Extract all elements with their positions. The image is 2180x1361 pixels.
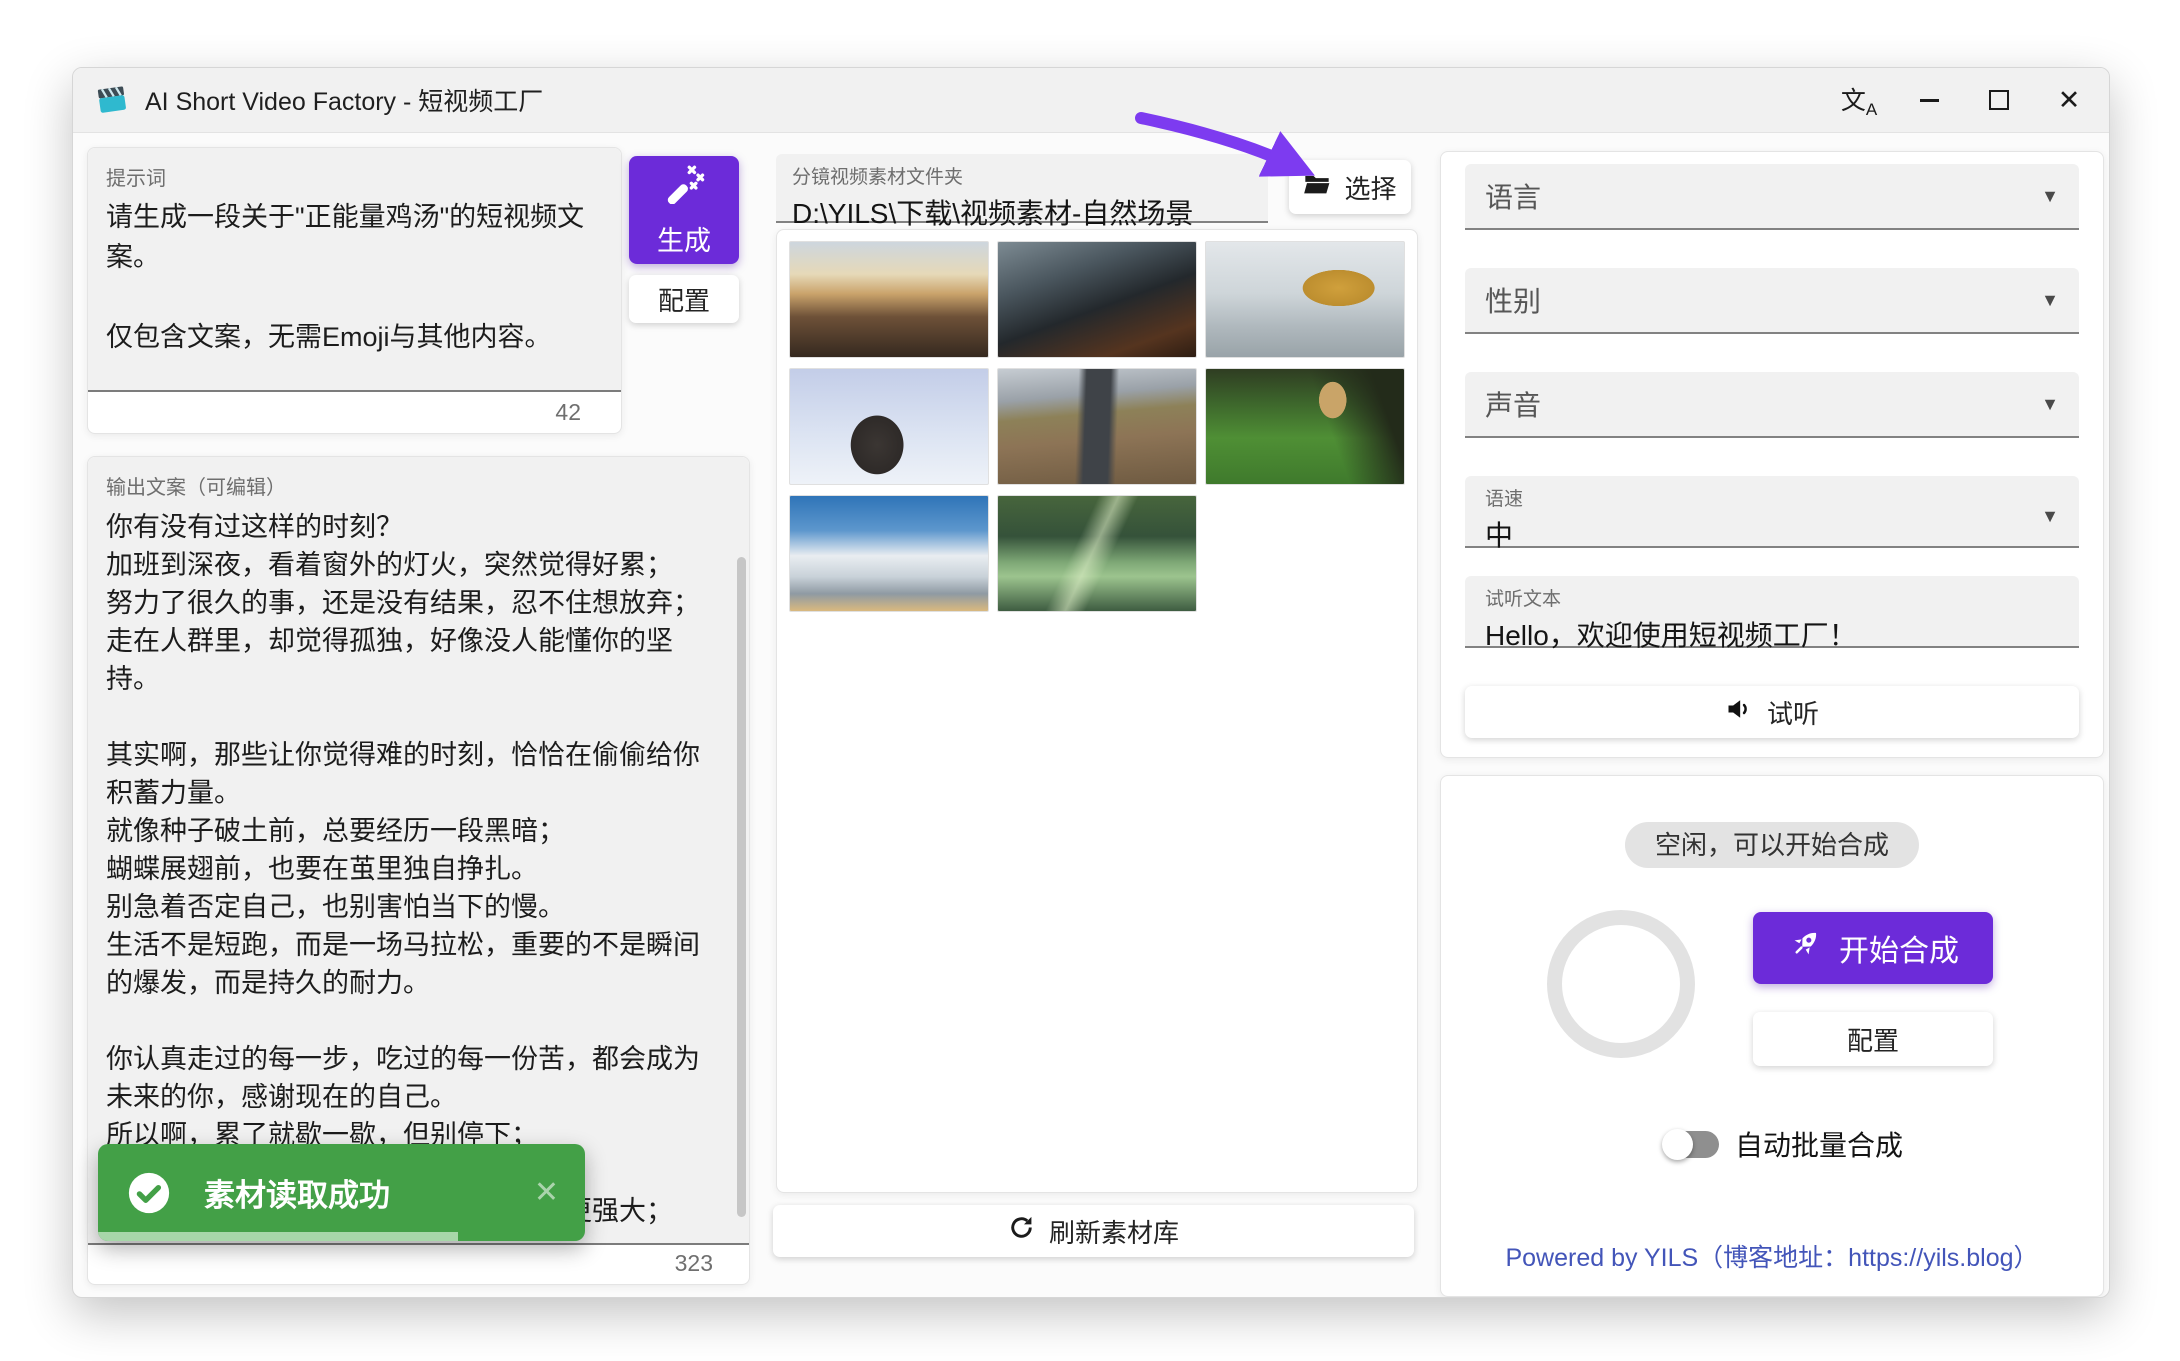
material-thumbnail-desert-book[interactable]	[789, 241, 989, 358]
select-folder-label: 选择	[1344, 169, 1396, 206]
maximize-icon	[1989, 90, 2009, 110]
translate-icon[interactable]: 文A	[1837, 78, 1881, 122]
material-folder-path: D:\YILS\下载\视频素材-自然场景	[792, 192, 1252, 232]
material-folder-label: 分镜视频素材文件夹	[792, 162, 1252, 189]
synthesis-config-button[interactable]: 配置	[1753, 1012, 1993, 1066]
folder-open-icon	[1303, 170, 1331, 205]
chevron-down-icon: ▼	[2041, 394, 2059, 415]
start-synthesis-button[interactable]: 开始合成	[1753, 912, 1993, 984]
progress-ring	[1547, 910, 1695, 1058]
preview-text-label: 试听文本	[1485, 584, 2059, 611]
material-thumbnail-forest-stream[interactable]	[997, 495, 1197, 612]
prompt-char-count: 42	[88, 392, 621, 433]
preview-text-field[interactable]: 试听文本 Hello，欢迎使用短视频工厂！	[1465, 576, 2079, 648]
magic-wand-icon	[663, 162, 705, 211]
toast-message: 素材读取成功	[204, 1170, 390, 1215]
output-scrollbar[interactable]	[737, 557, 746, 1217]
preview-text-value: Hello，欢迎使用短视频工厂！	[1485, 614, 2059, 654]
close-icon: ✕	[2058, 85, 2081, 116]
material-grid-card	[776, 229, 1418, 1193]
voice-label: 声音	[1485, 384, 1541, 424]
auto-batch-toggle[interactable]	[1665, 1131, 1719, 1158]
prompt-card: 提示词 请生成一段关于"正能量鸡汤"的短视频文案。 仅包含文案，无需Emoji与…	[87, 147, 622, 434]
generate-label: 生成	[657, 219, 711, 258]
toast-close-icon[interactable]: ✕	[534, 1144, 559, 1241]
powered-by-link[interactable]: Powered by YILS（博客地址：https://yils.blog）	[1441, 1238, 2103, 1274]
language-label: 语言	[1485, 176, 1541, 216]
status-badge: 空闲，可以开始合成	[1625, 822, 1919, 868]
chevron-down-icon: ▼	[2041, 506, 2059, 527]
material-thumbnail-dog-snow[interactable]	[789, 368, 989, 485]
refresh-library-button[interactable]: 刷新素材库	[773, 1205, 1414, 1257]
minimize-button[interactable]	[1907, 78, 1951, 122]
preview-listen-button[interactable]: 试听	[1465, 686, 2079, 738]
success-toast: 素材读取成功 ✕	[98, 1144, 585, 1241]
toggle-knob	[1662, 1129, 1693, 1160]
material-thumbnail-snow-temple[interactable]	[1205, 241, 1405, 358]
rate-select[interactable]: 语速 中 ▼	[1465, 476, 2079, 548]
output-text: 你有没有过这样的时刻？ 加班到深夜，看着窗外的灯火，突然觉得好累； 努力了很久的…	[106, 508, 719, 1230]
refresh-library-label: 刷新素材库	[1049, 1213, 1179, 1250]
speaker-icon	[1725, 695, 1753, 730]
toast-progress-bar	[98, 1232, 458, 1241]
start-synthesis-label: 开始合成	[1839, 926, 1959, 970]
preview-listen-label: 试听	[1767, 694, 1819, 731]
output-textarea[interactable]: 输出文案（可编辑） 你有没有过这样的时刻？ 加班到深夜，看着窗外的灯火，突然觉得…	[88, 457, 749, 1245]
select-folder-button[interactable]: 选择	[1289, 160, 1411, 214]
prompt-config-label: 配置	[658, 281, 710, 318]
check-circle-icon	[126, 1170, 172, 1216]
material-folder-field[interactable]: 分镜视频素材文件夹 D:\YILS\下载\视频素材-自然场景	[776, 154, 1268, 223]
app-window: AI Short Video Factory - 短视频工厂 文A ✕ 提示词 …	[72, 67, 2110, 1298]
output-label: 输出文案（可编辑）	[106, 471, 719, 500]
rocket-icon	[1787, 926, 1823, 970]
auto-batch-label: 自动批量合成	[1735, 1124, 1903, 1164]
clapperboard-icon	[95, 83, 129, 117]
material-thumbnail-mountain-road[interactable]	[997, 368, 1197, 485]
synthesis-card: 空闲，可以开始合成 开始合成 配置 自动批量合成 Powered by YILS…	[1440, 775, 2104, 1297]
prompt-textarea[interactable]: 提示词 请生成一段关于"正能量鸡汤"的短视频文案。 仅包含文案，无需Emoji与…	[88, 148, 621, 392]
voice-select[interactable]: 声音 ▼	[1465, 372, 2079, 438]
material-thumbnail-grass-hut[interactable]	[1205, 368, 1405, 485]
thumbnail-grid	[777, 230, 1417, 1192]
window-title: AI Short Video Factory - 短视频工厂	[145, 82, 543, 118]
gender-select[interactable]: 性别 ▼	[1465, 268, 2079, 334]
title-bar: AI Short Video Factory - 短视频工厂 文A ✕	[73, 68, 2109, 133]
prompt-text: 请生成一段关于"正能量鸡汤"的短视频文案。 仅包含文案，无需Emoji与其他内容…	[106, 197, 603, 357]
language-select[interactable]: 语言 ▼	[1465, 164, 2079, 230]
voice-settings-card: 语言 ▼ 性别 ▼ 声音 ▼ 语速 中 ▼ 试听文本 Hello，欢迎使用短视频…	[1440, 151, 2104, 758]
synthesis-config-label: 配置	[1847, 1021, 1899, 1058]
minimize-icon	[1920, 99, 1939, 102]
prompt-config-button[interactable]: 配置	[629, 275, 739, 323]
chevron-down-icon: ▼	[2041, 290, 2059, 311]
maximize-button[interactable]	[1977, 78, 2021, 122]
material-thumbnail-coffee-table[interactable]	[997, 241, 1197, 358]
gender-label: 性别	[1485, 280, 1541, 320]
chevron-down-icon: ▼	[2041, 186, 2059, 207]
prompt-label: 提示词	[106, 162, 603, 191]
refresh-icon	[1008, 1214, 1035, 1248]
rate-value: 中	[1485, 514, 2059, 554]
material-thumbnail-snow-peak[interactable]	[789, 495, 989, 612]
rate-label: 语速	[1485, 484, 2059, 511]
output-char-count: 323	[88, 1243, 749, 1284]
close-button[interactable]: ✕	[2047, 78, 2091, 122]
generate-button[interactable]: 生成	[629, 156, 739, 264]
